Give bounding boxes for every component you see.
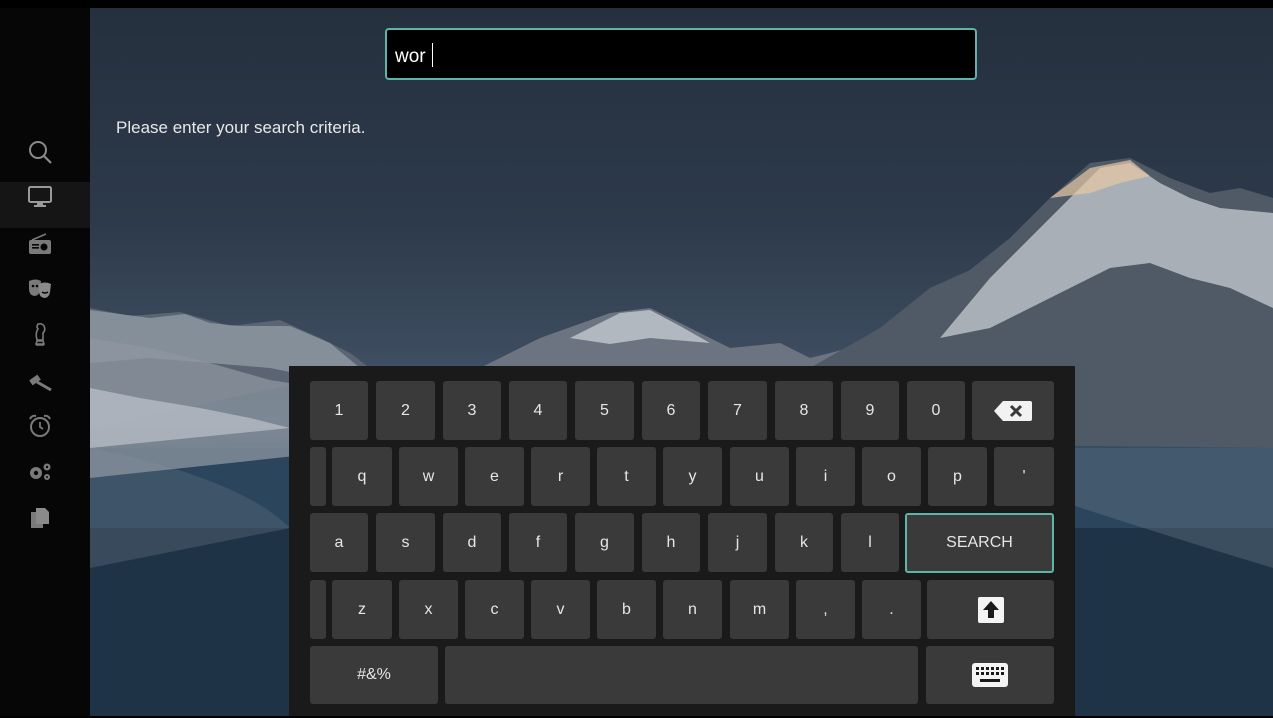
key-1[interactable]: 1 <box>310 381 368 440</box>
key-a[interactable]: a <box>310 513 368 572</box>
key-b[interactable]: b <box>597 580 656 639</box>
sidebar-item-theater[interactable] <box>22 271 58 307</box>
sidebar-item-chess[interactable] <box>22 316 58 352</box>
theater-masks-icon <box>29 279 51 298</box>
sidebar-item-radio[interactable] <box>22 226 58 262</box>
backspace-key[interactable] <box>972 381 1054 440</box>
key-d[interactable]: d <box>443 513 501 572</box>
key-o[interactable]: o <box>862 447 921 506</box>
key-x[interactable]: x <box>399 580 458 639</box>
key-u[interactable]: u <box>730 447 789 506</box>
key-j[interactable]: j <box>708 513 767 572</box>
sidebar-item-search[interactable] <box>22 134 58 170</box>
alarm-clock-icon <box>29 414 51 437</box>
key-spacer-left-2 <box>310 580 326 639</box>
key-v[interactable]: v <box>531 580 590 639</box>
shift-key[interactable] <box>927 580 1054 639</box>
key-6[interactable]: 6 <box>642 381 700 440</box>
text-caret <box>431 43 433 67</box>
sidebar-item-alarm[interactable] <box>22 408 58 444</box>
key-k[interactable]: k <box>775 513 833 572</box>
search-input-value: wor <box>395 43 433 68</box>
key-5[interactable]: 5 <box>575 381 634 440</box>
on-screen-keyboard: 1 2 3 4 5 6 7 8 9 0 q w e r t y u i o p … <box>289 366 1075 718</box>
shift-arrow-icon <box>977 596 1004 623</box>
key-l[interactable]: l <box>841 513 899 572</box>
key-0[interactable]: 0 <box>907 381 965 440</box>
key-t[interactable]: t <box>597 447 656 506</box>
key-p[interactable]: p <box>928 447 987 506</box>
key-e[interactable]: e <box>465 447 524 506</box>
keyboard-toggle-key[interactable] <box>926 646 1054 704</box>
tv-icon <box>28 186 52 207</box>
key-g[interactable]: g <box>575 513 634 572</box>
key-4[interactable]: 4 <box>509 381 567 440</box>
search-icon <box>29 141 52 164</box>
sidebar <box>0 8 90 718</box>
key-n[interactable]: n <box>663 580 722 639</box>
key-9[interactable]: 9 <box>841 381 899 440</box>
key-m[interactable]: m <box>730 580 789 639</box>
key-2[interactable]: 2 <box>376 381 435 440</box>
key-3[interactable]: 3 <box>443 381 501 440</box>
sidebar-item-copy[interactable] <box>22 500 58 536</box>
sidebar-item-gavel[interactable] <box>22 363 58 399</box>
key-f[interactable]: f <box>509 513 567 572</box>
key-s[interactable]: s <box>376 513 435 572</box>
key-q[interactable]: q <box>332 447 392 506</box>
key-comma[interactable]: , <box>796 580 855 639</box>
top-band <box>0 0 1273 8</box>
key-period[interactable]: . <box>862 580 921 639</box>
backspace-icon <box>994 400 1032 421</box>
app-window: wor Please enter your search criteria. 1… <box>0 0 1273 718</box>
key-z[interactable]: z <box>332 580 392 639</box>
key-7[interactable]: 7 <box>708 381 767 440</box>
space-key[interactable] <box>445 646 918 704</box>
search-button[interactable]: SEARCH <box>905 513 1054 573</box>
key-8[interactable]: 8 <box>775 381 833 440</box>
key-w[interactable]: w <box>399 447 458 506</box>
symbols-key[interactable]: #&% <box>310 646 438 704</box>
settings-gears-icon <box>30 463 51 480</box>
key-y[interactable]: y <box>663 447 722 506</box>
search-hint: Please enter your search criteria. <box>116 118 366 137</box>
key-spacer-left <box>310 447 326 506</box>
keyboard-icon <box>972 663 1008 687</box>
search-input[interactable]: wor <box>385 28 977 80</box>
key-apostrophe[interactable]: ' <box>994 447 1054 506</box>
chess-knight-icon <box>34 322 46 346</box>
sidebar-item-settings[interactable] <box>22 454 58 490</box>
radio-icon <box>29 233 51 254</box>
key-c[interactable]: c <box>465 580 524 639</box>
key-r[interactable]: r <box>531 447 590 506</box>
copy-documents-icon <box>31 508 49 528</box>
gavel-icon <box>29 374 52 392</box>
sidebar-item-tv[interactable] <box>22 179 58 215</box>
key-h[interactable]: h <box>642 513 700 572</box>
key-i[interactable]: i <box>796 447 855 506</box>
